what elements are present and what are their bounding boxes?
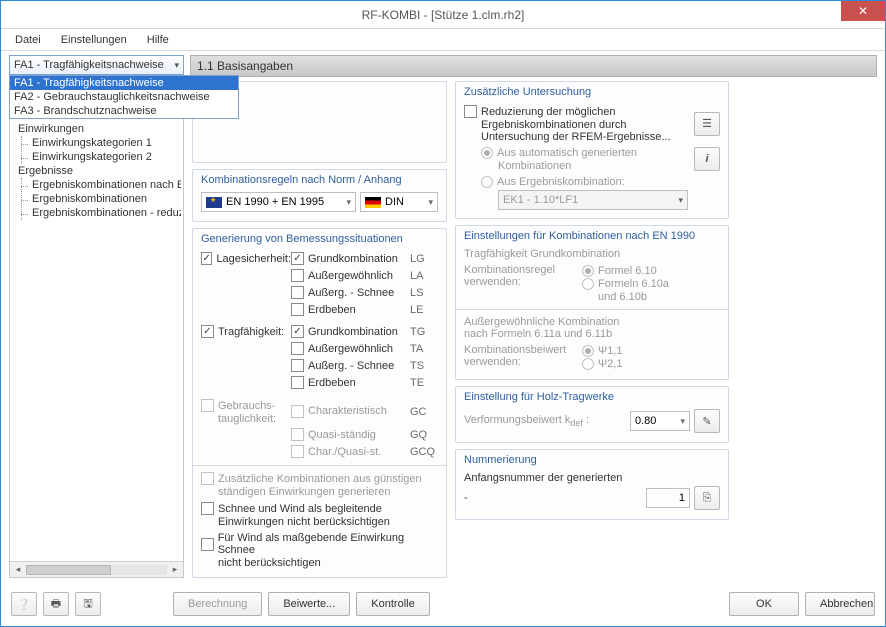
nav-tree: Einwirkungen Einwirkungskategorien 1 Ein… [9, 81, 184, 578]
nav-ek2[interactable]: Einwirkungskategorien 2 [30, 150, 181, 164]
cb-lg-schnee[interactable] [291, 286, 304, 299]
annex-select[interactable]: DIN ▾ [360, 192, 438, 212]
case-select[interactable]: FA1 - Tragfähigkeitsnachweise ▾ FA1 - Tr… [9, 55, 184, 75]
group-zusatz: Zusätzliche Untersuchung Reduzierung der… [455, 81, 729, 219]
menubar: Datei Einstellungen Hilfe [1, 29, 885, 51]
case-option-fa3[interactable]: FA3 - Brandschutznachweise [10, 104, 238, 118]
chevron-down-icon: ▾ [428, 197, 433, 208]
group-norm: Kombinationsregeln nach Norm / Anhang EN… [192, 169, 447, 222]
right-gutter [737, 81, 877, 578]
lbl-tragfaehigkeit: Tragfähigkeit: [218, 326, 284, 338]
cb-tg-schnee[interactable] [291, 359, 304, 372]
rad-psi11 [582, 345, 594, 357]
import-icon-button[interactable]: 🖫 [75, 592, 101, 616]
cb-tg-erdbeben[interactable] [291, 376, 304, 389]
menu-settings[interactable]: Einstellungen [53, 32, 135, 48]
cb-tragfaehigkeit[interactable] [201, 325, 214, 338]
window-title: RF-KOMBI - [Stütze 1.clm.rh2] [362, 8, 525, 22]
group-zusatz-title: Zusätzliche Untersuchung [464, 86, 720, 98]
cb-extra1 [201, 472, 214, 485]
cancel-button[interactable]: Abbrechen [805, 592, 875, 616]
nav-einwirkungen[interactable]: Einwirkungen [16, 122, 181, 136]
cb-lagesicherheit[interactable] [201, 252, 212, 265]
close-button[interactable]: ✕ [841, 1, 885, 21]
kdef-edit-button[interactable]: ✎ [694, 409, 720, 433]
rad-ek [481, 176, 493, 188]
group-generation-title: Generierung von Bemessungssituationen [201, 233, 438, 245]
de-flag-icon [365, 197, 381, 208]
export-icon-button[interactable]: 🖶 [43, 592, 69, 616]
chevron-down-icon: ▾ [346, 197, 351, 208]
lbl-lagesicherheit: Lagesicherheit: [216, 253, 291, 265]
cb-gq [291, 428, 304, 441]
kdef-select[interactable]: 0.80▾ [630, 411, 690, 431]
help-icon-button[interactable]: ❔ [11, 592, 37, 616]
details-button[interactable]: ☰ [694, 112, 720, 136]
rad-psi21 [582, 358, 594, 370]
nav-ergebnisse[interactable]: Ergebnisse [16, 164, 181, 178]
numbering-button[interactable]: ⎘ [694, 486, 720, 510]
cb-lg-erdbeben[interactable] [291, 303, 304, 316]
case-option-fa1[interactable]: FA1 - Tragfähigkeitsnachweise [10, 76, 238, 90]
case-select-value: FA1 - Tragfähigkeitsnachweise [14, 59, 164, 71]
info-button[interactable]: i [694, 147, 720, 171]
case-select-dropdown: FA1 - Tragfähigkeitsnachweise FA2 - Gebr… [9, 75, 239, 119]
group-holz: Einstellung für Holz-Tragwerke Verformun… [455, 386, 729, 443]
nav-hscrollbar[interactable]: ◂ ▸ [10, 561, 183, 577]
cb-lg-ausser[interactable] [291, 269, 304, 282]
nav-er1[interactable]: Ergebniskombinationen nach Einwirkungen [30, 178, 181, 192]
chevron-down-icon: ▾ [174, 60, 179, 71]
rad-610 [582, 265, 594, 277]
code-value: EN 1990 + EN 1995 [226, 196, 324, 208]
cb-tg-grund[interactable] [291, 325, 304, 338]
rad-auto [481, 147, 493, 159]
beiwerte-button[interactable]: Beiwerte... [268, 592, 350, 616]
cb-extra2[interactable] [201, 502, 214, 515]
nav-er2[interactable]: Ergebniskombinationen [30, 192, 181, 206]
nav-ek1[interactable]: Einwirkungskategorien 1 [30, 136, 181, 150]
ok-button[interactable]: OK [729, 592, 799, 616]
scroll-thumb[interactable] [26, 565, 111, 575]
cb-tg-ausser[interactable] [291, 342, 304, 355]
menu-help[interactable]: Hilfe [139, 32, 177, 48]
kontrolle-button[interactable]: Kontrolle [356, 592, 429, 616]
group-numm-title: Nummerierung [464, 454, 720, 466]
scroll-right-icon[interactable]: ▸ [167, 564, 183, 575]
cb-lg-grund[interactable] [291, 252, 304, 265]
group-holz-title: Einstellung für Holz-Tragwerke [464, 391, 720, 403]
app-window: RF-KOMBI - [Stütze 1.clm.rh2] ✕ Datei Ei… [0, 0, 886, 627]
group-nummerierung: Nummerierung Anfangsnummer der generiert… [455, 449, 729, 520]
ek-select: EK1 - 1.10*LF1▾ [498, 190, 688, 210]
footer: ❔ 🖶 🖫 Berechnung Beiwerte... Kontrolle O… [1, 582, 885, 626]
cb-gebrauch [201, 399, 214, 412]
start-number-input[interactable]: 1 [646, 488, 690, 508]
toolbar: FA1 - Tragfähigkeitsnachweise ▾ FA1 - Tr… [9, 55, 877, 77]
group-en1990-title: Einstellungen für Kombinationen nach EN … [464, 230, 720, 242]
cb-gc [291, 405, 304, 418]
nav-er3[interactable]: Ergebniskombinationen - reduziert [30, 206, 181, 220]
group-en1990: Einstellungen für Kombinationen nach EN … [455, 225, 729, 380]
kdef-label: Verformungsbeiwert kdef : [464, 414, 589, 428]
calc-button: Berechnung [173, 592, 262, 616]
group-generation: Generierung von Bemessungssituationen La… [192, 228, 447, 578]
cb-extra3[interactable] [201, 538, 214, 551]
cb-gcq [291, 445, 304, 458]
titlebar: RF-KOMBI - [Stütze 1.clm.rh2] ✕ [1, 1, 885, 29]
group-norm-title: Kombinationsregeln nach Norm / Anhang [201, 174, 438, 186]
scroll-left-icon[interactable]: ◂ [10, 564, 26, 575]
eu-flag-icon [206, 197, 222, 208]
cb-reduce[interactable] [464, 105, 477, 118]
code-select[interactable]: EN 1990 + EN 1995 ▾ [201, 192, 356, 212]
annex-value: DIN [385, 196, 404, 208]
menu-file[interactable]: Datei [7, 32, 49, 48]
case-option-fa2[interactable]: FA2 - Gebrauchstauglichkeitsnachweise [10, 90, 238, 104]
rad-610ab [582, 278, 594, 290]
page-heading: 1.1 Basisangaben [190, 55, 877, 77]
